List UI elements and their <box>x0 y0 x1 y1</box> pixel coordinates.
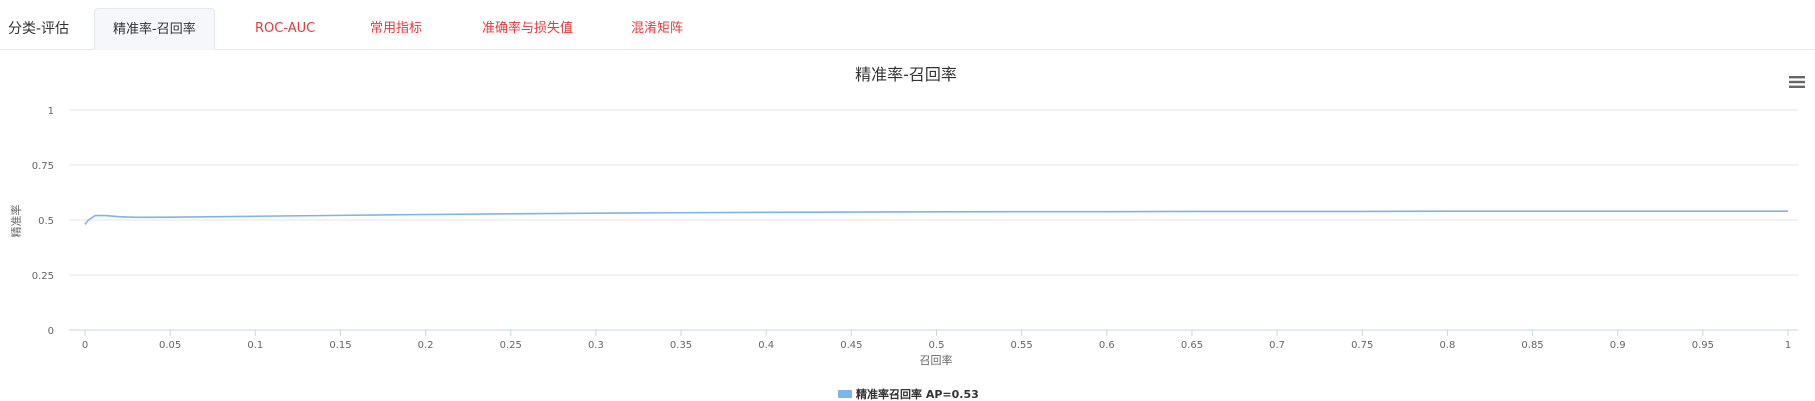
y-tick-label: 0.75 <box>32 161 54 172</box>
x-tick-label: 0.25 <box>500 340 522 351</box>
x-tick-label: 1 <box>1785 340 1791 351</box>
tab-roc-auc[interactable]: ROC-AUC <box>255 0 315 50</box>
x-tick-label: 0.7 <box>1269 340 1285 351</box>
y-tick-label: 0.25 <box>32 271 54 282</box>
y-axis-ticks: 0 0.25 0.5 0.75 1 <box>32 106 54 337</box>
tab-bar: 分类-评估 精准率-召回率 ROC-AUC 常用指标 准确率与损失值 混淆矩阵 <box>0 0 1815 50</box>
series-layer <box>84 210 1788 225</box>
tab-group-title: 分类-评估 <box>8 21 70 37</box>
tab-confusion-matrix[interactable]: 混淆矩阵 <box>631 0 683 50</box>
tab-accuracy-loss[interactable]: 准确率与损失值 <box>482 0 573 50</box>
x-tick-label: 0 <box>82 340 88 351</box>
grid-layer <box>69 109 1798 331</box>
legend[interactable]: 精准率召回率 AP=0.53 <box>838 387 979 401</box>
y-tick-label: 0.5 <box>38 216 54 227</box>
x-axis-ticks: 0 0.05 0.1 0.15 0.2 0.25 0.3 0.35 0.4 0.45 0.5 0.55… <box>82 330 1791 351</box>
y-tick-label: 1 <box>48 106 54 117</box>
x-tick-label: 0.35 <box>670 340 692 351</box>
precision-recall-chart: 精准率-召回率 0 0.25 0.5 0.75 1 0 0.05 0.1 0.15 0.2 0.2… <box>9 65 1798 401</box>
y-axis-label: 精准率 <box>9 205 23 238</box>
y-tick-label: 0 <box>48 326 54 337</box>
x-tick-label: 0.1 <box>247 340 263 351</box>
x-tick-label: 0.2 <box>418 340 434 351</box>
x-tick-label: 0.15 <box>329 340 351 351</box>
x-tick-label: 0.55 <box>1011 340 1033 351</box>
x-tick-label: 0.05 <box>159 340 181 351</box>
x-axis-label: 召回率 <box>920 353 953 367</box>
x-tick-label: 0.8 <box>1439 340 1455 351</box>
x-tick-label: 0.45 <box>840 340 862 351</box>
x-tick-label: 0.4 <box>758 340 774 351</box>
x-tick-label: 0.65 <box>1181 340 1203 351</box>
x-tick-label: 0.85 <box>1521 340 1543 351</box>
x-tick-label: 0.95 <box>1692 340 1714 351</box>
x-tick-label: 0.6 <box>1099 340 1115 351</box>
legend-swatch <box>838 390 852 398</box>
tab-common-metrics[interactable]: 常用指标 <box>370 0 422 50</box>
tab-precision-recall[interactable]: 精准率-召回率 <box>94 8 215 50</box>
x-tick-label: 0.3 <box>588 340 604 351</box>
chart-title: 精准率-召回率 <box>855 65 957 84</box>
series-line <box>84 210 1788 225</box>
x-tick-label: 0.75 <box>1351 340 1373 351</box>
x-tick-label: 0.9 <box>1610 340 1626 351</box>
legend-label: 精准率召回率 AP=0.53 <box>856 387 979 401</box>
x-tick-label: 0.5 <box>929 340 945 351</box>
